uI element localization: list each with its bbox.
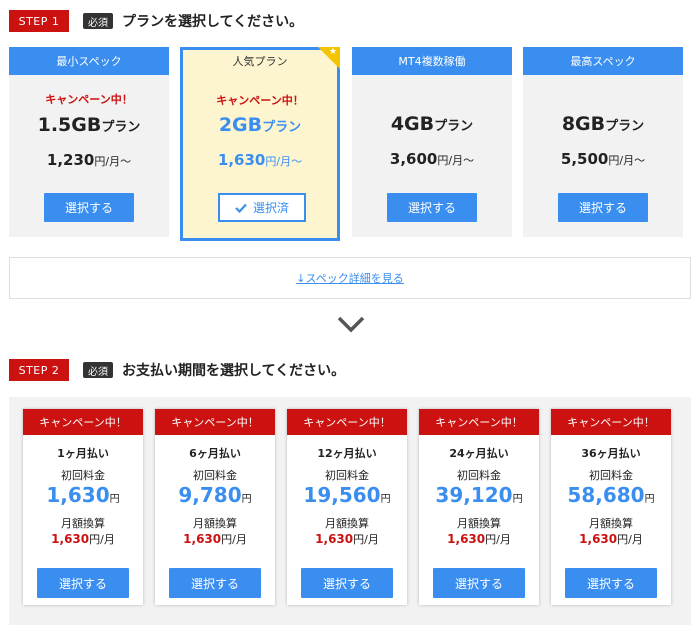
- plan-card-popular[interactable]: ★ 人気プラン キャンペーン中！ 2GBプラン 1,630円/月〜 選択済: [180, 47, 340, 241]
- select-period-button[interactable]: 選択する: [169, 568, 261, 598]
- plan-name: MT4複数稼働: [352, 47, 512, 75]
- period-name: 24ヶ月払い: [449, 447, 509, 460]
- period-name: 1ヶ月払い: [57, 447, 109, 460]
- initial-fee-label: 初回料金: [193, 469, 237, 482]
- plan-card-minimum[interactable]: 最小スペック キャンペーン中！ 1.5GBプラン 1,230円/月〜 選択する: [9, 47, 169, 237]
- select-period-button[interactable]: 選択する: [565, 568, 657, 598]
- select-period-button[interactable]: 選択する: [37, 568, 129, 598]
- plan-capacity: 1.5GBプラン: [37, 114, 141, 136]
- select-plan-button[interactable]: 選択する: [44, 193, 134, 222]
- payment-period-area: キャンペーン中！ 1ヶ月払い 初回料金 1,630円 月額換算 1,630円/月…: [9, 397, 691, 625]
- period-name: 6ヶ月払い: [189, 447, 241, 460]
- monthly-label: 月額換算: [457, 517, 501, 530]
- period-card-12m[interactable]: キャンペーン中！ 12ヶ月払い 初回料金 19,560円 月額換算 1,630円…: [287, 409, 407, 605]
- period-card-6m[interactable]: キャンペーン中！ 6ヶ月払い 初回料金 9,780円 月額換算 1,630円/月…: [155, 409, 275, 605]
- monthly-price: 1,630円/月: [183, 532, 247, 546]
- plan-capacity: 8GBプラン: [561, 113, 645, 135]
- initial-fee: 9,780円: [178, 483, 252, 507]
- monthly-price: 1,630円/月: [315, 532, 379, 546]
- select-period-button[interactable]: 選択する: [433, 568, 525, 598]
- campaign-header: キャンペーン中！: [155, 409, 275, 435]
- plan-capacity: 2GBプラン: [218, 114, 302, 136]
- selected-label: 選択済: [252, 201, 289, 215]
- select-period-button[interactable]: 選択する: [301, 568, 393, 598]
- step2-badge: STEP 2: [9, 359, 69, 381]
- plan-price: 3,600円/月〜: [389, 150, 475, 168]
- campaign-header: キャンペーン中！: [419, 409, 539, 435]
- plan-price: 1,230円/月〜: [46, 151, 132, 169]
- spec-detail-box: ↓スペック詳細を見る: [9, 257, 691, 299]
- monthly-price: 1,630円/月: [579, 532, 643, 546]
- step2-header: STEP 2 必須 お支払い期間を選択してください。: [9, 359, 345, 381]
- initial-fee-label: 初回料金: [457, 469, 501, 482]
- period-name: 12ヶ月払い: [317, 447, 377, 460]
- campaign-header: キャンペーン中！: [23, 409, 143, 435]
- period-name: 36ヶ月払い: [581, 447, 641, 460]
- step2-required-badge: 必須: [83, 362, 113, 378]
- monthly-label: 月額換算: [325, 517, 369, 530]
- period-card-1m[interactable]: キャンペーン中！ 1ヶ月払い 初回料金 1,630円 月額換算 1,630円/月…: [23, 409, 143, 605]
- initial-fee: 39,120円: [435, 483, 523, 507]
- select-plan-button[interactable]: 選択する: [558, 193, 648, 222]
- select-plan-button[interactable]: 選択する: [387, 193, 477, 222]
- chevron-down-icon: [337, 316, 365, 333]
- plan-selected-button[interactable]: 選択済: [218, 193, 306, 222]
- monthly-price: 1,630円/月: [51, 532, 115, 546]
- initial-fee-label: 初回料金: [325, 469, 369, 482]
- plan-card-mt4[interactable]: MT4複数稼働 4GBプラン 3,600円/月〜 選択する: [352, 47, 512, 237]
- monthly-label: 月額換算: [589, 517, 633, 530]
- monthly-label: 月額換算: [193, 517, 237, 530]
- initial-fee-label: 初回料金: [589, 469, 633, 482]
- step2-title: お支払い期間を選択してください。: [122, 363, 346, 379]
- plan-price: 1,630円/月〜: [217, 151, 303, 169]
- initial-fee-label: 初回料金: [61, 469, 105, 482]
- spec-detail-link[interactable]: ↓スペック詳細を見る: [296, 270, 403, 286]
- initial-fee: 1,630円: [46, 483, 120, 507]
- campaign-header: キャンペーン中！: [287, 409, 407, 435]
- monthly-label: 月額換算: [61, 517, 105, 530]
- step1-badge: STEP 1: [9, 10, 69, 32]
- initial-fee: 58,680円: [567, 483, 655, 507]
- campaign-label: キャンペーン中！: [45, 93, 133, 106]
- plan-capacity: 4GBプラン: [390, 113, 474, 135]
- star-icon: ★: [328, 47, 337, 57]
- plan-price: 5,500円/月〜: [560, 150, 646, 168]
- plan-name: 人気プラン: [183, 50, 337, 72]
- step1-header: STEP 1 必須 プランを選択してください。: [9, 10, 303, 32]
- campaign-label: キャンペーン中！: [216, 94, 304, 107]
- initial-fee: 19,560円: [303, 483, 391, 507]
- plan-name: 最高スペック: [523, 47, 683, 75]
- step1-required-badge: 必須: [83, 13, 113, 29]
- period-card-24m[interactable]: キャンペーン中！ 24ヶ月払い 初回料金 39,120円 月額換算 1,630円…: [419, 409, 539, 605]
- check-icon: [235, 203, 247, 213]
- monthly-price: 1,630円/月: [447, 532, 511, 546]
- plan-name: 最小スペック: [9, 47, 169, 75]
- campaign-header: キャンペーン中！: [551, 409, 671, 435]
- period-card-36m[interactable]: キャンペーン中！ 36ヶ月払い 初回料金 58,680円 月額換算 1,630円…: [551, 409, 671, 605]
- step1-title: プランを選択してください。: [122, 14, 304, 30]
- plan-card-maximum[interactable]: 最高スペック 8GBプラン 5,500円/月〜 選択する: [523, 47, 683, 237]
